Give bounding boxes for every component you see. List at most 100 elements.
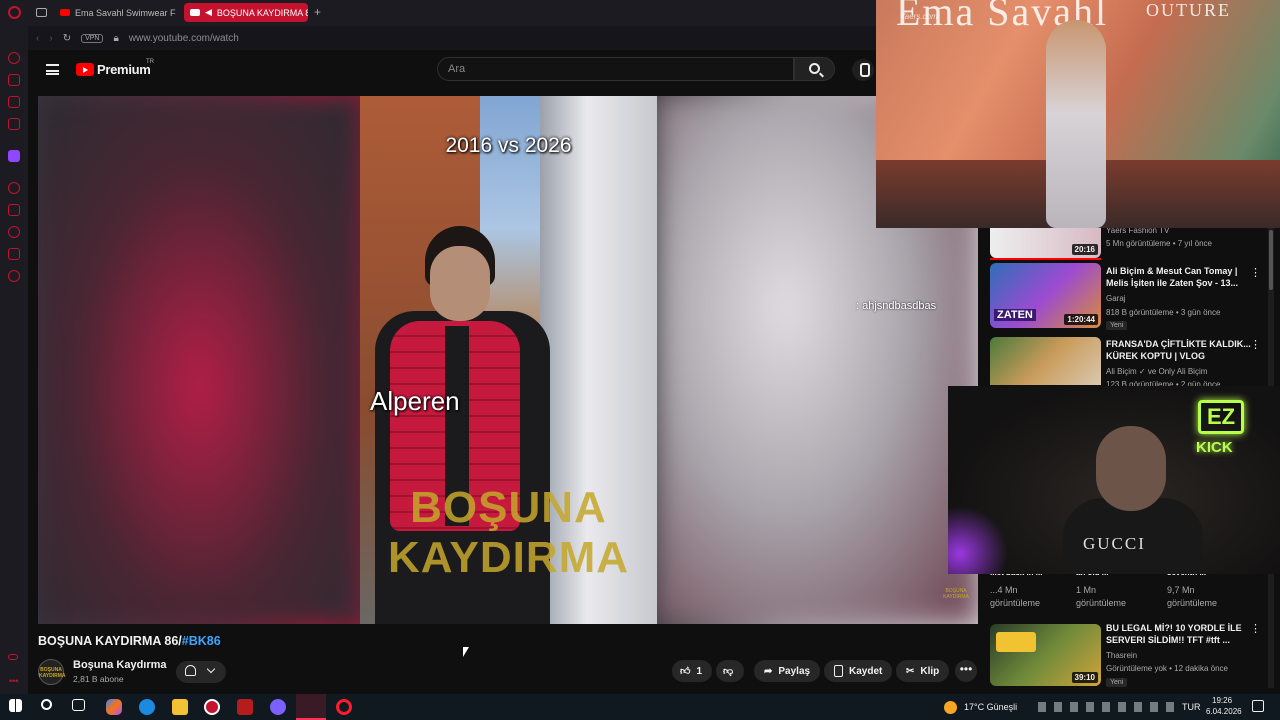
sidebar-twitch-icon[interactable] xyxy=(8,150,20,162)
more-actions-button[interactable]: ••• xyxy=(955,660,977,682)
youtube-favicon-icon xyxy=(60,9,70,16)
kick-neon-sign: KICK xyxy=(1196,439,1233,456)
new-tab-button[interactable]: + xyxy=(314,5,321,19)
speaker-icon: ◀ xyxy=(205,7,212,17)
shirt-text: GUCCI xyxy=(1083,534,1146,553)
save-button[interactable]: Kaydet xyxy=(824,660,893,682)
sidebar-gx-icon[interactable] xyxy=(8,654,18,660)
rec-thumbnail[interactable]: 39:10 xyxy=(990,624,1101,686)
opera-gx-icon[interactable] xyxy=(296,694,326,720)
windows-taskbar: 17°C Güneşli TUR 19:26 6.04.2026 xyxy=(0,694,1280,720)
youtube-header: Premium TR Ara xyxy=(28,50,878,92)
weather-text[interactable]: 17°C Güneşli xyxy=(964,702,1017,712)
search-icon[interactable] xyxy=(41,699,52,710)
youtube-logo-icon[interactable] xyxy=(76,63,94,76)
channel-avatar[interactable]: BOŞUNA KAYDIRMA xyxy=(38,659,65,685)
ez-neon-sign: EZ xyxy=(1198,400,1244,434)
pip-video-overlay[interactable]: Ema Savahl OUTURE Yaers.com xyxy=(876,0,1280,228)
like-count: 1 xyxy=(696,665,703,677)
rec-title[interactable]: BU LEGAL Mİ?! 10 YORDLE İLE SERVERI SİLD… xyxy=(1106,622,1256,646)
rec-thumbnail[interactable]: ZATEN 1:20:44 xyxy=(990,263,1101,328)
shorts-views: 1 Mn xyxy=(1076,585,1097,595)
notification-icon[interactable] xyxy=(1252,700,1264,712)
weather-icon[interactable] xyxy=(944,701,957,714)
rec-channel[interactable]: Thasrein xyxy=(1106,651,1137,660)
search-icon xyxy=(809,63,820,74)
clock-date[interactable]: 6.04.2026 xyxy=(1206,707,1242,716)
opera-icon[interactable] xyxy=(336,699,352,715)
tab-overview-icon[interactable] xyxy=(36,8,47,17)
notification-button[interactable] xyxy=(176,661,226,683)
sidebar-box-icon[interactable] xyxy=(8,204,20,216)
rec-thumbnail[interactable]: 20:16 xyxy=(990,228,1101,258)
rec-more-icon[interactable]: ⋮ xyxy=(1250,622,1261,635)
sidebar-settings-icon[interactable] xyxy=(8,270,20,282)
forward-icon[interactable]: › xyxy=(49,33,52,44)
youtube-logo-text[interactable]: Premium xyxy=(97,62,151,77)
clock-time[interactable]: 19:26 xyxy=(1212,696,1232,705)
address-bar[interactable]: ‹ › ↻ VPN 🔒︎ www.youtube.com/watch xyxy=(28,26,878,50)
rec-progress-bar xyxy=(990,258,1101,260)
sidebar-more-icon[interactable]: ••• xyxy=(9,676,18,686)
channel-name[interactable]: Boşuna Kaydırma xyxy=(73,659,167,671)
bell-icon xyxy=(185,665,196,676)
rec-thumb-text xyxy=(996,632,1036,652)
tray-icons[interactable] xyxy=(1038,702,1178,712)
rec-duration: 20:16 xyxy=(1071,244,1098,255)
search-input[interactable]: Ara xyxy=(437,57,794,81)
app-icon[interactable] xyxy=(204,699,220,715)
rec-more-icon[interactable]: ⋮ xyxy=(1250,266,1261,279)
sidebar-instagram-icon[interactable] xyxy=(8,118,20,130)
clip-button[interactable]: ✂ Klip xyxy=(896,660,950,682)
copilot-icon[interactable] xyxy=(106,699,122,715)
new-badge: Yeni xyxy=(1106,678,1128,687)
edge-icon[interactable] xyxy=(139,699,155,715)
shorts-views: ...4 Mn xyxy=(990,585,1018,595)
back-icon[interactable]: ‹ xyxy=(36,33,39,44)
sidebar-history-icon[interactable] xyxy=(8,226,20,238)
video-player[interactable]: 2016 vs 2026 Alperen BOŞUNA KAYDIRMA : a… xyxy=(38,96,978,624)
video-overlay-title: 2016 vs 2026 xyxy=(445,134,572,157)
dislike-button[interactable]: 👎︎ xyxy=(716,660,744,682)
share-button[interactable]: ➦ Paylaş xyxy=(754,660,821,682)
rec-channel[interactable]: Ali Biçim ✓ ve Only Ali Biçim xyxy=(1106,367,1207,376)
share-label: Paylaş xyxy=(778,665,811,677)
sidebar-messenger-icon[interactable] xyxy=(8,52,20,64)
sidebar-cube-icon[interactable] xyxy=(8,248,20,260)
youtube-app-icon[interactable] xyxy=(237,699,253,715)
video-brand-line1: BOŞUNA xyxy=(410,483,607,532)
save-label: Kaydet xyxy=(849,665,883,677)
subscriber-count: 2,81 B abone xyxy=(73,674,124,684)
task-view-icon[interactable] xyxy=(72,699,85,711)
sidebar-bag-icon[interactable] xyxy=(8,74,20,86)
rec-title[interactable]: FRANSA'DA ÇİFTLİKTE KALDIK... KÜREK KOPT… xyxy=(1106,338,1256,362)
tab-fashion[interactable]: Ema Savahl Swimwear Fa xyxy=(54,3,176,22)
rec-more-icon[interactable]: ⋮ xyxy=(1250,338,1261,351)
scissors-icon: ✂ xyxy=(906,665,915,677)
shorts-views-label: görüntüleme xyxy=(1076,598,1127,608)
language-indicator[interactable]: TUR xyxy=(1182,702,1201,712)
tab-active-video[interactable]: ◀ BOŞUNA KAYDIRMA 8 xyxy=(184,3,308,22)
chevron-down-icon xyxy=(206,664,216,674)
rec-thumbnail[interactable] xyxy=(990,337,1101,385)
channel-watermark[interactable]: BOŞUNA KAYDIRMA xyxy=(943,588,969,600)
blurred-background-left xyxy=(38,96,360,624)
reload-icon[interactable]: ↻ xyxy=(63,33,71,44)
discord-icon[interactable] xyxy=(270,699,286,715)
sidebar-play-icon[interactable] xyxy=(8,182,20,194)
start-icon[interactable] xyxy=(9,699,22,712)
opera-logo-icon[interactable] xyxy=(8,6,21,19)
vpn-badge[interactable]: VPN xyxy=(81,33,104,43)
search-button[interactable] xyxy=(794,57,835,81)
sidebar-chat-icon[interactable] xyxy=(8,96,20,108)
like-button[interactable]: 👍︎ 1 xyxy=(672,660,712,682)
hashtag-link[interactable]: #BK86 xyxy=(182,634,221,648)
menu-icon[interactable] xyxy=(46,64,59,75)
chat-overlay-text: : ahjsndbasdbas xyxy=(856,300,937,312)
explorer-icon[interactable] xyxy=(172,699,188,715)
voice-search-icon[interactable] xyxy=(852,59,874,81)
rec-title[interactable]: Ali Biçim & Mesut Can Tomay | Melis İşit… xyxy=(1106,265,1256,289)
url-text[interactable]: www.youtube.com/watch xyxy=(129,33,239,44)
rec-channel[interactable]: Garaj xyxy=(1106,294,1126,303)
streamer-head xyxy=(1096,426,1166,511)
